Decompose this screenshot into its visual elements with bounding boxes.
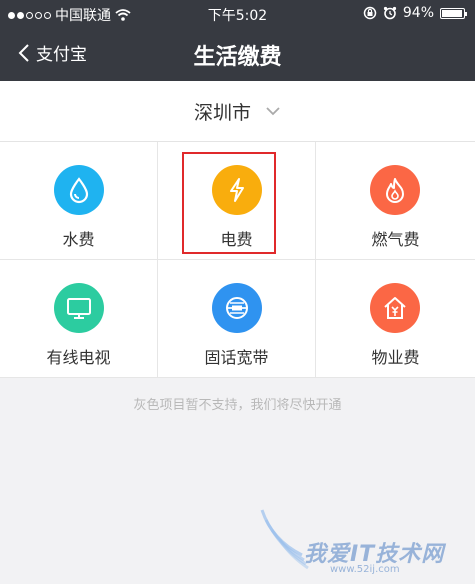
house-icon — [370, 283, 420, 333]
service-water-label: 水费 — [62, 230, 95, 249]
service-broadband[interactable]: 固话宽带 — [158, 260, 316, 378]
service-gas[interactable]: 燃气费 — [316, 142, 475, 260]
service-cable-tv-label: 有线电视 — [46, 348, 111, 367]
service-electricity[interactable]: 电费 — [158, 142, 316, 260]
nav-bar: 支付宝 生活缴费 — [0, 28, 475, 81]
service-water[interactable]: 水费 — [0, 142, 158, 260]
service-property-label: 物业费 — [371, 348, 420, 367]
service-grid: 水费 电费 燃气费 有线电视 固话宽带 物业费 — [0, 142, 475, 378]
battery-percent: 94% — [402, 5, 434, 21]
water-drop-icon — [54, 165, 104, 215]
battery-icon — [440, 7, 467, 19]
tv-icon — [54, 283, 104, 333]
flame-icon — [370, 165, 420, 215]
chevron-left-icon — [18, 43, 29, 62]
watermark: 我爱IT技术网 www.52ij.com — [252, 500, 467, 580]
service-cable-tv[interactable]: 有线电视 — [0, 260, 158, 378]
alarm-icon — [383, 6, 396, 20]
status-right: 94% — [363, 5, 467, 21]
back-button-label: 支付宝 — [36, 45, 87, 65]
globe-icon — [212, 283, 262, 333]
chevron-down-icon — [266, 107, 280, 116]
lightning-icon — [212, 165, 262, 215]
city-name: 深圳市 — [193, 101, 251, 124]
city-selector[interactable]: 深圳市 — [0, 81, 475, 142]
watermark-url: www.52ij.com — [330, 564, 400, 575]
service-property[interactable]: 物业费 — [316, 260, 475, 378]
service-broadband-label: 固话宽带 — [204, 348, 269, 367]
unsupported-notice: 灰色项目暂不支持，我们将尽快开通 — [133, 398, 342, 413]
service-gas-label: 燃气费 — [371, 230, 420, 249]
service-electricity-label: 电费 — [220, 230, 253, 249]
back-button[interactable]: 支付宝 — [18, 40, 87, 65]
status-bar: 中国联通 下午5:02 94% — [0, 0, 475, 28]
rotation-lock-icon — [363, 6, 377, 20]
